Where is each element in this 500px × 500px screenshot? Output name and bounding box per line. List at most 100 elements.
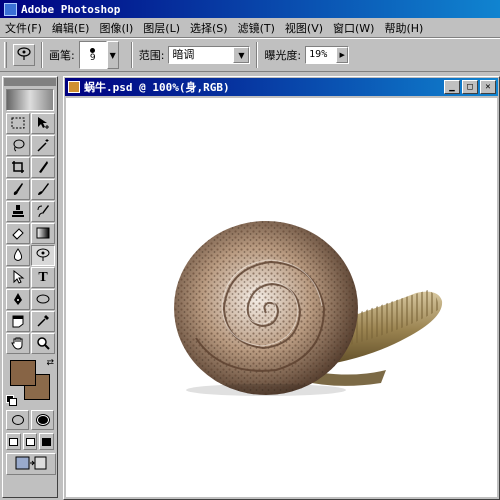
eyedropper-tool[interactable] bbox=[31, 311, 55, 332]
separator bbox=[41, 42, 43, 68]
zoom-tool[interactable] bbox=[31, 333, 55, 354]
snail-image bbox=[174, 221, 443, 396]
app-title: Adobe Photoshop bbox=[21, 2, 121, 16]
brush-tool[interactable] bbox=[31, 179, 55, 200]
exposure-field[interactable]: 19% ▶ bbox=[305, 46, 350, 64]
brush-label: 画笔: bbox=[49, 49, 75, 62]
menu-bar: 文件(F) 编辑(E) 图像(I) 图层(L) 选择(S) 滤镜(T) 视图(V… bbox=[0, 18, 500, 38]
close-button[interactable]: ✕ bbox=[480, 80, 496, 94]
eraser-icon bbox=[11, 226, 25, 242]
mask-mode-row bbox=[6, 410, 54, 430]
magnifier-icon bbox=[36, 336, 50, 352]
quick-mask-button[interactable] bbox=[31, 410, 54, 430]
slice-tool[interactable] bbox=[31, 157, 55, 178]
maximize-icon: □ bbox=[467, 81, 473, 92]
standard-mode-button[interactable] bbox=[6, 410, 29, 430]
menu-filter[interactable]: 滤镜(T) bbox=[233, 20, 280, 36]
window-buttons: ▁ □ ✕ bbox=[444, 80, 496, 94]
toolbox: T ⇄ bbox=[2, 76, 58, 498]
menu-view[interactable]: 视图(V) bbox=[280, 20, 328, 36]
toolbox-title-bar[interactable] bbox=[4, 78, 56, 86]
magic-wand-icon bbox=[36, 138, 50, 154]
arrow-pointer-icon bbox=[11, 269, 25, 286]
screen-mode-row bbox=[6, 433, 55, 450]
chevron-down-icon[interactable]: ▼ bbox=[233, 47, 250, 63]
document-icon bbox=[68, 81, 80, 93]
lasso-tool[interactable] bbox=[6, 135, 30, 156]
range-select[interactable]: 暗调 ▼ bbox=[168, 46, 251, 64]
menu-image[interactable]: 图像(I) bbox=[94, 20, 138, 36]
standard-mode-icon bbox=[11, 415, 24, 425]
full-screen-menu-button[interactable] bbox=[22, 433, 38, 450]
photoshop-app-icon bbox=[4, 2, 17, 16]
close-icon: ✕ bbox=[485, 81, 491, 92]
menu-help[interactable]: 帮助(H) bbox=[379, 20, 428, 36]
path-selection-tool[interactable] bbox=[6, 267, 30, 288]
ellipse-icon bbox=[35, 293, 51, 307]
menu-edit[interactable]: 编辑(E) bbox=[47, 20, 95, 36]
hand-tool[interactable] bbox=[6, 333, 30, 354]
screen-mode-icon bbox=[25, 437, 35, 446]
blur-tool[interactable] bbox=[6, 245, 30, 266]
marquee-tool[interactable] bbox=[6, 113, 30, 134]
pen-tool[interactable] bbox=[6, 289, 30, 310]
menu-file[interactable]: 文件(F) bbox=[0, 20, 47, 36]
document-title-bar[interactable]: 蜗牛.psd @ 100%(身,RGB) ▁ □ ✕ bbox=[65, 78, 498, 96]
dodge-icon bbox=[35, 248, 51, 264]
type-icon: T bbox=[38, 269, 48, 285]
brush-picker-button[interactable]: ▼ bbox=[106, 41, 119, 69]
minimize-button[interactable]: ▁ bbox=[444, 80, 460, 94]
exposure-label: 曝光度: bbox=[264, 49, 302, 62]
imageready-icon bbox=[14, 455, 48, 474]
history-brush-tool[interactable] bbox=[31, 201, 55, 222]
gradient-icon bbox=[36, 227, 50, 241]
drop-icon bbox=[11, 247, 25, 264]
options-grip[interactable] bbox=[4, 42, 7, 68]
jump-to-imageready-button[interactable] bbox=[6, 453, 56, 475]
document-canvas[interactable] bbox=[66, 98, 497, 497]
crop-icon bbox=[11, 160, 25, 176]
jump-row bbox=[6, 453, 56, 475]
type-tool[interactable]: T bbox=[31, 267, 55, 288]
options-bar: 画笔: 9 ▼ 范围: 暗调 ▼ 曝光度: 19% ▶ bbox=[0, 38, 500, 72]
foreground-color-swatch[interactable] bbox=[10, 360, 36, 386]
clone-stamp-tool[interactable] bbox=[6, 201, 30, 222]
healing-brush-icon bbox=[11, 182, 25, 198]
document-title: 蜗牛.psd @ 100%(身,RGB) bbox=[84, 81, 230, 94]
standard-screen-button[interactable] bbox=[6, 433, 21, 450]
triangle-right-icon[interactable]: ▶ bbox=[336, 47, 349, 63]
dodge-tool[interactable] bbox=[31, 245, 55, 266]
default-colors-icon[interactable] bbox=[6, 395, 17, 406]
tool-preset-picker[interactable] bbox=[13, 44, 35, 66]
full-screen-button[interactable] bbox=[39, 433, 55, 450]
brush-icon bbox=[36, 182, 50, 198]
document-window: 蜗牛.psd @ 100%(身,RGB) ▁ □ ✕ bbox=[63, 76, 500, 500]
minimize-icon: ▁ bbox=[449, 81, 455, 92]
separator bbox=[256, 42, 259, 68]
healing-brush-tool[interactable] bbox=[6, 179, 30, 200]
swap-colors-icon[interactable]: ⇄ bbox=[46, 358, 54, 368]
notes-tool[interactable] bbox=[6, 311, 30, 332]
ellipse-tool[interactable] bbox=[31, 289, 55, 310]
brush-size: 9 bbox=[89, 52, 96, 63]
screen-mode-icon bbox=[42, 437, 52, 446]
exposure-value: 19% bbox=[309, 49, 328, 60]
menu-window[interactable]: 窗口(W) bbox=[328, 20, 379, 36]
tool-grid: T bbox=[6, 113, 55, 354]
crop-tool[interactable] bbox=[6, 157, 30, 178]
move-tool[interactable] bbox=[31, 113, 55, 134]
photoshop-logo-icon[interactable] bbox=[6, 89, 54, 111]
menu-select[interactable]: 选择(S) bbox=[185, 20, 233, 36]
brush-preview[interactable]: 9 bbox=[78, 41, 107, 69]
magic-wand-tool[interactable] bbox=[31, 135, 55, 156]
color-picker: ⇄ bbox=[6, 358, 54, 406]
eraser-tool[interactable] bbox=[6, 223, 30, 244]
quick-mask-icon bbox=[36, 415, 49, 425]
note-icon bbox=[11, 314, 25, 330]
menu-layer[interactable]: 图层(L) bbox=[138, 20, 185, 36]
gradient-tool[interactable] bbox=[31, 223, 55, 244]
history-brush-icon bbox=[36, 204, 50, 220]
range-value: 暗调 bbox=[172, 48, 195, 61]
eyedropper-icon bbox=[36, 314, 50, 330]
maximize-button[interactable]: □ bbox=[462, 80, 478, 94]
